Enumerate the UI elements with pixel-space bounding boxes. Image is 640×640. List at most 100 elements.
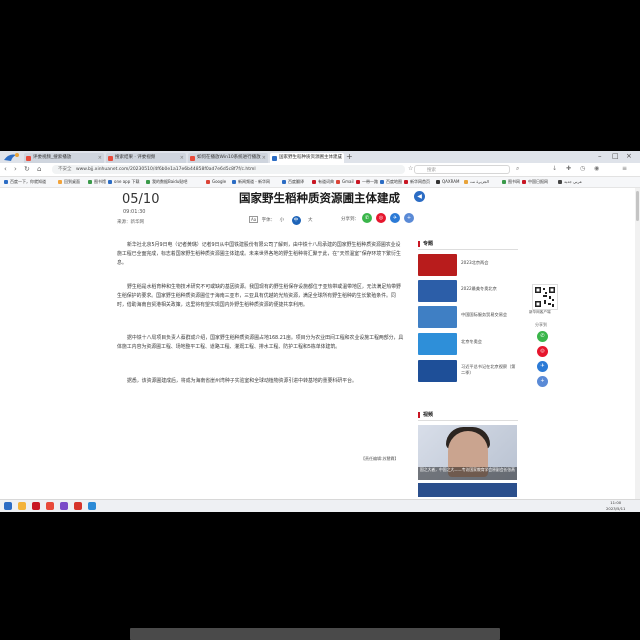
topic-thumbnail[interactable] bbox=[418, 360, 457, 382]
account-icon[interactable]: ◉ bbox=[594, 165, 599, 172]
page-favicon-icon bbox=[108, 155, 113, 161]
bookmark-item[interactable]: Google bbox=[206, 177, 226, 187]
tab-label: 评委视频_搜索播放 bbox=[33, 155, 72, 160]
audio-play-icon[interactable]: ◀ bbox=[414, 191, 425, 202]
search-icon[interactable]: ⌕ bbox=[516, 165, 519, 173]
home-icon[interactable]: ⌂ bbox=[37, 165, 41, 173]
scrollbar-thumb[interactable] bbox=[636, 191, 639, 221]
qq-share-icon[interactable]: ✈ bbox=[537, 361, 548, 372]
wechat-share-icon[interactable]: ✆ bbox=[537, 331, 548, 342]
bookmark-item[interactable]: 一带一路 bbox=[356, 177, 378, 187]
window-close-icon[interactable]: × bbox=[626, 152, 632, 160]
article-paragraph: 野生稻是水稻育种和生物技术研究不可或缺的基因资源。我国现有的野生稻保存设施都位于… bbox=[117, 284, 401, 308]
new-tab-button[interactable]: + bbox=[346, 152, 353, 161]
media-icon[interactable] bbox=[88, 502, 96, 510]
article-paragraph: 据中铁十八局项目负责人蔡群成介绍，国家野生稻种质资源圃占地168.21亩。项目分… bbox=[117, 335, 404, 350]
topic-thumbnail[interactable] bbox=[418, 333, 457, 355]
tab-3[interactable]: 国家野生稻种质资源圃主体建成 × bbox=[270, 153, 344, 163]
font-icon: Aa bbox=[249, 216, 259, 223]
video-caption: 国之大者，中国之大——专访国家教育学会原副会长张燕 bbox=[418, 467, 517, 480]
bookmark-item[interactable]: 百度地图 bbox=[380, 177, 402, 187]
article-date: 05/10 bbox=[122, 192, 160, 207]
font-size-medium[interactable]: 中 bbox=[291, 216, 301, 225]
bookmark-item[interactable]: 图书馆 bbox=[88, 177, 106, 187]
maximize-icon[interactable]: □ bbox=[612, 152, 619, 160]
close-icon[interactable]: × bbox=[338, 153, 342, 163]
subtitle-strip bbox=[130, 628, 500, 640]
windows-start-icon[interactable] bbox=[4, 502, 12, 510]
tab-0[interactable]: 评委视频_搜索播放 × bbox=[24, 153, 104, 163]
forward-icon[interactable]: › bbox=[14, 165, 17, 173]
topic-caption[interactable]: 2022最美冬奥北京 bbox=[461, 286, 517, 292]
topic-thumbnail[interactable] bbox=[418, 254, 457, 276]
topic-caption[interactable]: 北京冬奥会 bbox=[461, 339, 517, 345]
bookmark-item[interactable]: Gmail bbox=[336, 177, 354, 187]
more-share-icon[interactable]: + bbox=[404, 213, 414, 223]
app-taskbar-icon[interactable] bbox=[60, 502, 68, 510]
tab-1[interactable]: 搜索结果 · 评委视频 × bbox=[106, 153, 186, 163]
bookmark-item[interactable]: 中国日报网 bbox=[522, 177, 548, 187]
bookmark-item[interactable]: 我的数据Baidu贴吧 bbox=[146, 177, 187, 187]
share-label: 分享到： bbox=[341, 217, 359, 222]
topic-thumbnail[interactable] bbox=[418, 306, 457, 328]
bookmark-item[interactable]: QAXRAM bbox=[436, 177, 459, 187]
topic-heading: 专题 bbox=[418, 240, 518, 250]
browser-logo-icon bbox=[4, 153, 19, 161]
weibo-share-icon[interactable]: ◎ bbox=[537, 346, 548, 357]
bookmark-item[interactable]: 图书网 bbox=[502, 177, 520, 187]
security-status: 不安全 bbox=[58, 167, 72, 172]
bookmark-item[interactable]: 新华网首页 bbox=[404, 177, 430, 187]
video-thumbnail-second[interactable] bbox=[418, 483, 517, 497]
office-icon[interactable] bbox=[32, 502, 40, 510]
qr-caption: 新华网客户端 bbox=[529, 310, 551, 314]
bookmark-item[interactable]: 回到桌面 bbox=[58, 177, 80, 187]
vertical-scrollbar[interactable] bbox=[635, 188, 640, 499]
extensions-icon[interactable]: ✚ bbox=[566, 165, 571, 172]
wps-icon[interactable] bbox=[74, 502, 82, 510]
back-icon[interactable]: ‹ bbox=[4, 165, 7, 173]
tab-label: 如何在播放Win10系统进行播放 bbox=[197, 155, 261, 160]
topic-thumbnail[interactable] bbox=[418, 280, 457, 302]
tab-2[interactable]: 如何在播放Win10系统进行播放 × bbox=[188, 153, 268, 163]
topic-caption[interactable]: 中国国际服务贸易交易会 bbox=[461, 312, 517, 318]
editor-credit: 【责任编辑:苏慧霖】 bbox=[361, 456, 399, 461]
bookmark-item[interactable]: one app 下载 bbox=[108, 177, 140, 187]
font-size-small[interactable]: 小 bbox=[280, 217, 285, 223]
page-favicon-icon bbox=[26, 155, 31, 161]
minimize-icon[interactable]: – bbox=[598, 152, 602, 160]
topic-caption[interactable]: 习近平总书记在北京视察（第二季） bbox=[461, 364, 517, 376]
file-explorer-icon[interactable] bbox=[18, 502, 26, 510]
wechat-share-icon[interactable]: ✆ bbox=[362, 213, 372, 223]
close-icon[interactable]: × bbox=[180, 153, 184, 163]
close-icon[interactable]: × bbox=[262, 153, 266, 163]
bookmark-item[interactable]: عربي جديد bbox=[558, 177, 582, 187]
bookmark-item[interactable]: 百度一下，你就知道 bbox=[4, 177, 46, 187]
bookmark-item[interactable]: 新闻频道 - 新华网 bbox=[232, 177, 270, 187]
more-share-icon[interactable]: + bbox=[537, 376, 548, 387]
qq-share-icon[interactable]: ✈ bbox=[390, 213, 400, 223]
star-icon[interactable]: ☆ bbox=[408, 165, 413, 172]
browser-taskbar-icon[interactable] bbox=[46, 502, 54, 510]
reload-icon[interactable]: ↻ bbox=[24, 165, 30, 173]
bookmark-item[interactable]: 百度翻译 bbox=[282, 177, 304, 187]
font-size-large[interactable]: 大 bbox=[308, 217, 313, 223]
article-source: 来源：新华网 bbox=[117, 220, 144, 225]
bookmark-item[interactable]: 有道词典 bbox=[312, 177, 334, 187]
article-title: 国家野生稻种质资源圃主体建成 bbox=[239, 191, 400, 205]
system-clock[interactable]: 11:00 2023/5/11 bbox=[606, 500, 625, 512]
history-icon[interactable]: ◷ bbox=[580, 165, 585, 172]
url-field[interactable]: 不安全 www.bjj.xinhuanet.com/20230510/4f6b0… bbox=[52, 165, 405, 174]
tab-bar: 评委视频_搜索播放 × 搜索结果 · 评委视频 × 如何在播放Win10系统进行… bbox=[0, 151, 640, 163]
video-thumbnail[interactable]: 国之大者，中国之大——专访国家教育学会原副会长张燕 bbox=[418, 425, 517, 480]
article-time: 09:01:30 bbox=[123, 209, 146, 215]
download-icon[interactable]: ↓ bbox=[552, 165, 557, 172]
search-input[interactable]: 搜索 bbox=[414, 165, 510, 174]
address-bar: ‹ › ↻ ⌂ 不安全 www.bjj.xinhuanet.com/202305… bbox=[0, 163, 640, 177]
tab-label: 搜索结果 · 评委视频 bbox=[115, 155, 156, 160]
weibo-share-icon[interactable]: ◎ bbox=[376, 213, 386, 223]
menu-icon[interactable]: ≡ bbox=[622, 165, 627, 172]
close-icon[interactable]: × bbox=[98, 153, 102, 163]
topic-caption[interactable]: 2023北京两会 bbox=[461, 260, 517, 266]
article-paragraph: 新华社北京5月9日电（记者黄璐）记者9日从中国铁建股份有限公司了解到，由中铁十八… bbox=[117, 242, 401, 266]
bookmark-item[interactable]: الجزيرة نت bbox=[464, 177, 489, 187]
